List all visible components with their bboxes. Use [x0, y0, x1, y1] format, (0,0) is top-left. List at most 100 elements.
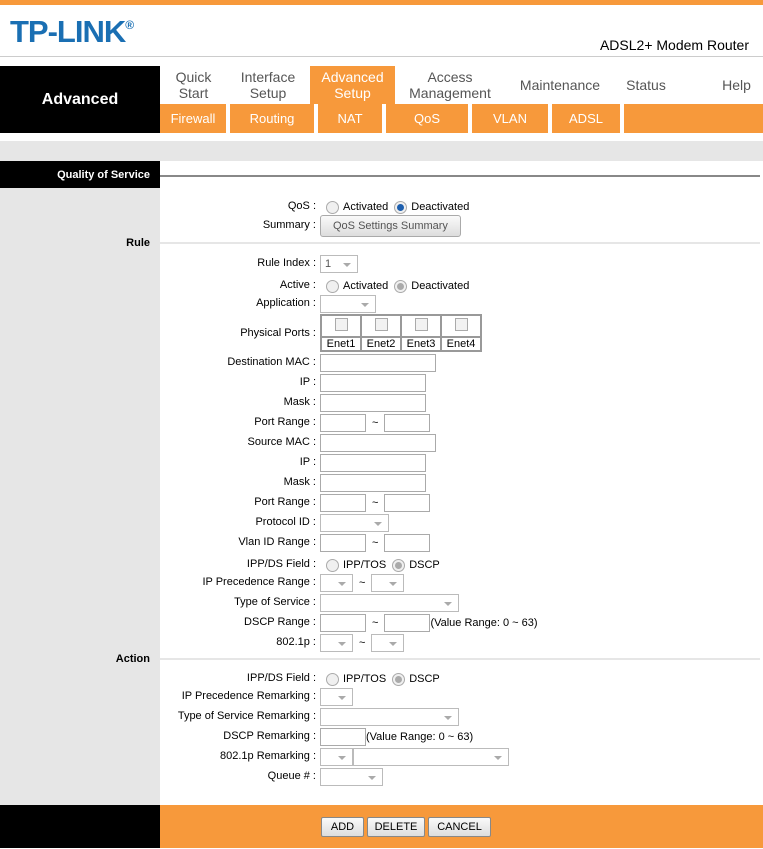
tab-maintenance[interactable]: Maintenance	[510, 66, 610, 104]
type-of-service-select[interactable]	[320, 594, 459, 612]
field-label: 802.1p Remarking :	[220, 750, 316, 762]
protocol-id-select[interactable]	[320, 514, 389, 532]
field-label: DSCP Remarking :	[223, 730, 316, 742]
divider	[160, 242, 760, 244]
8021p-to-select[interactable]	[371, 634, 405, 652]
tab-interface-setup[interactable]: Interface Setup	[227, 66, 309, 104]
dscp-to-input[interactable]	[384, 614, 431, 632]
field-label: IP :	[299, 376, 316, 388]
field-label: Type of Service :	[234, 596, 316, 608]
form-row-rule-source_mac: Source MAC :	[0, 433, 763, 453]
radio-activated[interactable]	[326, 279, 339, 293]
tab-quick-start[interactable]: Quick Start	[160, 66, 227, 104]
form-row-rule-protocol_id: Protocol ID :	[0, 513, 763, 533]
application-select[interactable]	[320, 295, 376, 313]
tab-help[interactable]: Help	[710, 66, 763, 104]
port-checkbox-enet2[interactable]	[374, 318, 388, 331]
form-row-rule-src_port_range: Port Range : ~	[0, 493, 763, 513]
dscp-from-input[interactable]	[320, 614, 366, 632]
range-separator: ~	[359, 577, 366, 589]
8021p-remarking-select[interactable]	[320, 748, 353, 766]
8021p-remarking-detail-select[interactable]	[353, 748, 509, 766]
delete-button[interactable]: DELETE	[367, 817, 425, 837]
port-checkbox-enet3[interactable]	[414, 318, 428, 331]
subtab-vlan[interactable]: VLAN	[472, 104, 552, 133]
ip-precedence-remarking-select[interactable]	[320, 688, 353, 706]
spacer-bar	[0, 141, 763, 161]
radio-ipptos[interactable]	[326, 672, 339, 686]
source-mask-input[interactable]	[320, 474, 426, 492]
dscp-remarking-input[interactable]	[320, 728, 366, 746]
field-control: Activated Deactivated	[320, 197, 469, 217]
page-title: Quality of Service	[0, 161, 160, 188]
vlan-to-input[interactable]	[384, 534, 431, 552]
source-ip-input[interactable]	[320, 454, 426, 472]
range-separator: ~	[372, 417, 379, 429]
add-button[interactable]: ADD	[321, 817, 364, 837]
radio-dscp[interactable]	[392, 672, 406, 686]
radio-label: Activated	[343, 280, 389, 292]
8021p-from-select[interactable]	[320, 634, 353, 652]
queue-select[interactable]	[320, 768, 383, 786]
radio-deactivated[interactable]	[394, 279, 408, 293]
tab-access-management[interactable]: Access Management	[400, 66, 500, 104]
field-label: Source MAC :	[247, 436, 316, 448]
field-label: IP :	[299, 456, 316, 468]
divider	[160, 658, 760, 660]
field-label: IP Precedence Range :	[202, 576, 316, 588]
field-control: ~	[320, 533, 431, 553]
field-label: Port Range :	[254, 416, 316, 428]
form-row-rule-application: Application :	[0, 294, 763, 314]
qos-settings-summary-button[interactable]: QoS Settings Summary	[320, 215, 461, 237]
destination-ip-input[interactable]	[320, 374, 426, 392]
cancel-button[interactable]: CANCEL	[428, 817, 491, 837]
field-control	[320, 687, 353, 707]
source-mac-input[interactable]	[320, 434, 436, 452]
range-separator: ~	[372, 497, 379, 509]
form-row-rule-src_mask: Mask :	[0, 473, 763, 493]
form-row-rule-p8021: 802.1p : ~	[0, 633, 763, 653]
tab-advanced-setup[interactable]: Advanced Setup	[310, 66, 395, 104]
src-port-to-input[interactable]	[384, 494, 431, 512]
subtab-adsl[interactable]: ADSL	[552, 104, 624, 133]
dscp-range-hint: (Value Range: 0 ~ 63)	[430, 617, 538, 629]
ip-precedence-from-select[interactable]	[320, 574, 353, 592]
field-control	[320, 353, 436, 373]
radio-label: Deactivated	[411, 280, 470, 292]
port-label: Enet3	[400, 336, 442, 352]
dest-port-from-input[interactable]	[320, 414, 366, 432]
field-control: IPP/TOS DSCP	[320, 669, 440, 689]
form-row-rule-dscp_range: DSCP Range : ~ (Value Range: 0 ~ 63)	[0, 613, 763, 633]
vlan-from-input[interactable]	[320, 534, 366, 552]
subtab-qos[interactable]: QoS	[386, 104, 472, 133]
subtab-nat[interactable]: NAT	[318, 104, 386, 133]
nav-section-title: Advanced	[0, 66, 160, 133]
rule-index-select[interactable]: 1	[320, 255, 358, 273]
range-separator: ~	[372, 617, 379, 629]
field-label: Type of Service Remarking :	[177, 710, 316, 722]
field-control	[320, 747, 509, 767]
radio-ipptos[interactable]	[326, 558, 339, 572]
tos-remarking-select[interactable]	[320, 708, 459, 726]
destination-mac-input[interactable]	[320, 354, 436, 372]
subtab-routing[interactable]: Routing	[230, 104, 318, 133]
form-row-rule-ippds_field: IPP/DS Field : IPP/TOS DSCP	[0, 555, 763, 575]
destination-mask-input[interactable]	[320, 394, 426, 412]
ip-precedence-to-select[interactable]	[371, 574, 405, 592]
port-checkbox-enet1[interactable]	[334, 318, 348, 331]
form-row-action-ip_precedence_remarking: IP Precedence Remarking :	[0, 687, 763, 707]
field-label: IP Precedence Remarking :	[181, 690, 316, 702]
radio-activated[interactable]	[326, 200, 339, 214]
tab-status[interactable]: Status	[615, 66, 677, 104]
port-checkbox-enet4[interactable]	[454, 318, 468, 331]
src-port-from-input[interactable]	[320, 494, 366, 512]
radio-deactivated[interactable]	[394, 200, 408, 214]
field-label: Mask :	[283, 476, 316, 488]
radio-label: DSCP	[409, 559, 440, 571]
radio-dscp[interactable]	[392, 558, 406, 572]
field-control: ~	[320, 493, 431, 513]
field-control	[320, 707, 459, 727]
divider	[0, 56, 763, 57]
dest-port-to-input[interactable]	[384, 414, 431, 432]
subtab-firewall[interactable]: Firewall	[160, 104, 230, 133]
